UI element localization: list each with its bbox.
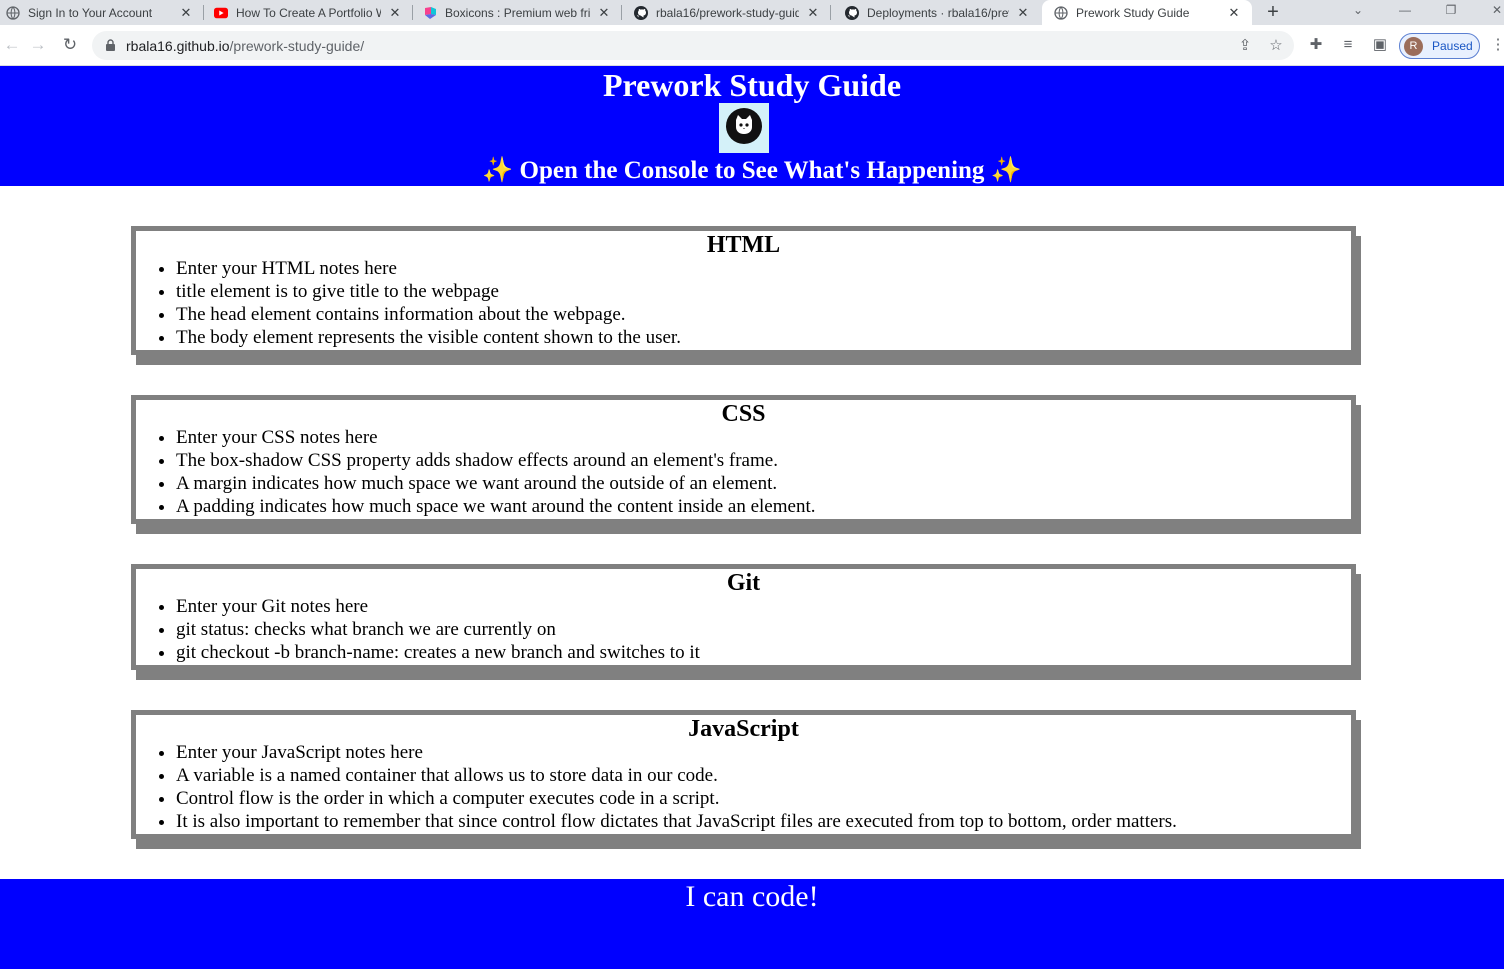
footer-text: I can code! xyxy=(685,880,819,913)
side-panel-icon[interactable]: ▣ xyxy=(1370,35,1390,55)
list-item: The body element represents the visible … xyxy=(176,326,1351,349)
close-tab-icon[interactable]: ✕ xyxy=(1226,5,1242,21)
reading-list-icon[interactable]: ≡ xyxy=(1338,35,1358,55)
list-item: Enter your CSS notes here xyxy=(176,426,1351,449)
list-item: The box-shadow CSS property adds shadow … xyxy=(176,449,1351,472)
browser-tab[interactable]: rbala16/prework-study-guide ✕ xyxy=(622,0,831,25)
youtube-icon xyxy=(214,6,228,20)
url-path: /prework-study-guide/ xyxy=(229,38,365,54)
profile-button[interactable]: R Paused xyxy=(1399,33,1480,59)
profile-status: Paused xyxy=(1432,39,1473,53)
page-footer: I can code! xyxy=(0,879,1504,969)
lock-icon xyxy=(106,39,115,51)
cat-icon xyxy=(726,108,762,144)
list-item: Enter your Git notes here xyxy=(176,595,1351,618)
sparkles-icon: ✨ xyxy=(990,157,1022,184)
github-icon xyxy=(634,5,648,20)
logo xyxy=(719,103,769,153)
close-tab-icon[interactable]: ✕ xyxy=(178,5,194,21)
list-item: git checkout -b branch-name: creates a n… xyxy=(176,641,1351,664)
close-tab-icon[interactable]: ✕ xyxy=(596,5,612,21)
list-item: title element is to give title to the we… xyxy=(176,280,1351,303)
avatar: R xyxy=(1404,37,1423,56)
url-text: rbala16.github.io/prework-study-guide/ xyxy=(126,38,364,54)
globe-icon xyxy=(1054,5,1068,20)
tab-title: Deployments · rbala16/prew xyxy=(867,5,1009,20)
list-item: It is also important to remember that si… xyxy=(176,810,1351,833)
notes-list: Enter your CSS notes here The box-shadow… xyxy=(176,426,1351,518)
javascript-notes-card: JavaScript Enter your JavaScript notes h… xyxy=(131,710,1356,839)
new-tab-button[interactable]: + xyxy=(1262,0,1284,25)
github-icon xyxy=(845,5,859,20)
browser-tab-strip: Sign In to Your Account ✕ How To Create … xyxy=(0,0,1504,25)
tab-title: How To Create A Portfolio W xyxy=(236,5,381,20)
reload-icon[interactable]: ↻ xyxy=(58,33,82,57)
css-notes-card: CSS Enter your CSS notes here The box-sh… xyxy=(131,395,1356,524)
section-heading: HTML xyxy=(706,232,781,258)
back-icon[interactable]: ← xyxy=(0,33,24,57)
notes-list: Enter your JavaScript notes here A varia… xyxy=(176,741,1351,833)
tab-title: Sign In to Your Account xyxy=(28,5,153,20)
page-header: Prework Study Guide ✨ Open the Console t… xyxy=(0,66,1504,186)
section-heading: JavaScript xyxy=(688,716,799,742)
html-notes-card: HTML Enter your HTML notes here title el… xyxy=(131,226,1356,355)
forward-icon[interactable]: → xyxy=(26,33,50,57)
extensions-icon[interactable]: ✚ xyxy=(1306,35,1326,55)
address-bar[interactable]: rbala16.github.io/prework-study-guide/ ⇪… xyxy=(92,31,1294,60)
close-tab-icon[interactable]: ✕ xyxy=(387,5,403,21)
browser-tab[interactable]: How To Create A Portfolio W ✕ xyxy=(204,0,413,25)
restore-icon[interactable]: ❐ xyxy=(1437,0,1465,25)
page-subtitle: ✨ Open the Console to See What's Happeni… xyxy=(0,156,1504,185)
section-heading: Git xyxy=(726,570,761,596)
tab-title: Prework Study Guide xyxy=(1076,5,1190,20)
globe-icon xyxy=(6,5,20,20)
git-notes-card: Git Enter your Git notes here git status… xyxy=(131,564,1356,670)
tab-search-icon[interactable]: ⌄ xyxy=(1344,0,1372,25)
page-content: Prework Study Guide ✨ Open the Console t… xyxy=(0,66,1504,969)
browser-tab-active[interactable]: Prework Study Guide ✕ xyxy=(1042,0,1252,25)
url-host: rbala16.github.io xyxy=(126,38,230,54)
page-title: Prework Study Guide xyxy=(602,67,902,103)
list-item: A variable is a named container that all… xyxy=(176,764,1351,787)
sparkles-icon: ✨ xyxy=(482,157,514,184)
notes-list: Enter your Git notes here git status: ch… xyxy=(176,595,1351,664)
notes-list: Enter your HTML notes here title element… xyxy=(176,257,1351,349)
section-heading: CSS xyxy=(721,401,766,427)
browser-tab[interactable]: Sign In to Your Account ✕ xyxy=(0,0,204,25)
browser-tab[interactable]: Deployments · rbala16/prew ✕ xyxy=(831,0,1041,25)
list-item: Enter your HTML notes here xyxy=(176,257,1351,280)
share-icon[interactable]: ⇪ xyxy=(1236,37,1254,55)
minimize-icon[interactable]: — xyxy=(1391,0,1419,25)
bookmark-star-icon[interactable]: ☆ xyxy=(1267,37,1285,55)
browser-toolbar: ← → ↻ rbala16.github.io/prework-study-gu… xyxy=(0,25,1504,66)
menu-icon[interactable]: ⋮ xyxy=(1488,35,1504,55)
list-item: A margin indicates how much space we wan… xyxy=(176,472,1351,495)
close-window-icon[interactable]: ✕ xyxy=(1483,0,1504,25)
close-tab-icon[interactable]: ✕ xyxy=(805,5,821,21)
list-item: A padding indicates how much space we wa… xyxy=(176,495,1351,518)
tab-title: rbala16/prework-study-guide xyxy=(656,5,799,20)
list-item: git status: checks what branch we are cu… xyxy=(176,618,1351,641)
close-tab-icon[interactable]: ✕ xyxy=(1015,5,1031,21)
browser-tab[interactable]: Boxicons : Premium web frie ✕ xyxy=(413,0,622,25)
list-item: The head element contains information ab… xyxy=(176,303,1351,326)
list-item: Enter your JavaScript notes here xyxy=(176,741,1351,764)
tab-title: Boxicons : Premium web frie xyxy=(445,5,590,20)
list-item: Control flow is the order in which a com… xyxy=(176,787,1351,810)
subtitle-text: Open the Console to See What's Happening xyxy=(519,157,985,184)
boxicons-icon xyxy=(423,6,437,20)
